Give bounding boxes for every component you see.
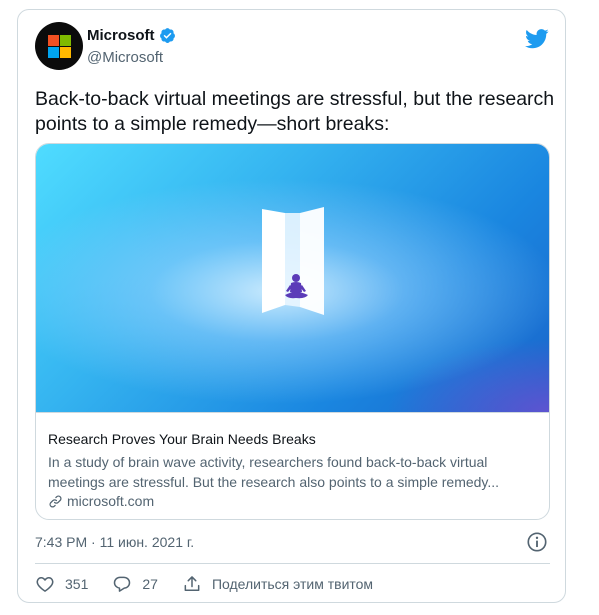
card-domain-text[interactable]: microsoft.com xyxy=(67,493,154,509)
share-label[interactable]: Поделиться этим твитом xyxy=(212,576,373,592)
author-handle[interactable]: @Microsoft xyxy=(87,49,163,66)
like-button[interactable]: 351 xyxy=(35,574,88,594)
avatar[interactable] xyxy=(35,22,83,70)
author-name-text[interactable]: Microsoft xyxy=(87,27,155,44)
author-name[interactable]: Microsoft xyxy=(87,27,176,44)
like-count: 351 xyxy=(65,576,89,592)
reply-button[interactable]: 27 xyxy=(112,574,158,594)
window-meditation-illustration xyxy=(262,207,324,315)
twitter-bird-icon[interactable] xyxy=(525,29,549,49)
card-body[interactable]: Research Proves Your Brain Needs Breaks … xyxy=(36,412,549,519)
tweet-embed: Microsoft @Microsoft Back-to-back virtua… xyxy=(17,9,566,603)
divider xyxy=(35,563,550,564)
action-bar: 351 27 Поделиться этим твитом xyxy=(35,572,397,596)
microsoft-logo-icon xyxy=(47,34,71,58)
tweet-text: Back-to-back virtual meetings are stress… xyxy=(35,88,555,135)
reply-count: 27 xyxy=(142,576,158,592)
verified-badge-icon xyxy=(159,28,175,43)
card-domain[interactable]: microsoft.com xyxy=(48,493,154,509)
link-card[interactable]: Research Proves Your Brain Needs Breaks … xyxy=(35,143,550,520)
reply-icon xyxy=(114,576,131,592)
card-title[interactable]: Research Proves Your Brain Needs Breaks xyxy=(48,431,316,447)
link-icon xyxy=(49,495,62,507)
card-image[interactable] xyxy=(36,144,549,412)
share-icon xyxy=(184,576,200,591)
card-description: In a study of brain wave activity, resea… xyxy=(48,454,500,490)
heart-icon xyxy=(36,577,54,592)
tweet-timestamp[interactable]: 7:43 PM · 11 июн. 2021 г. xyxy=(35,534,194,550)
share-button[interactable]: Поделиться этим твитом xyxy=(182,574,373,594)
info-icon[interactable] xyxy=(526,531,548,553)
